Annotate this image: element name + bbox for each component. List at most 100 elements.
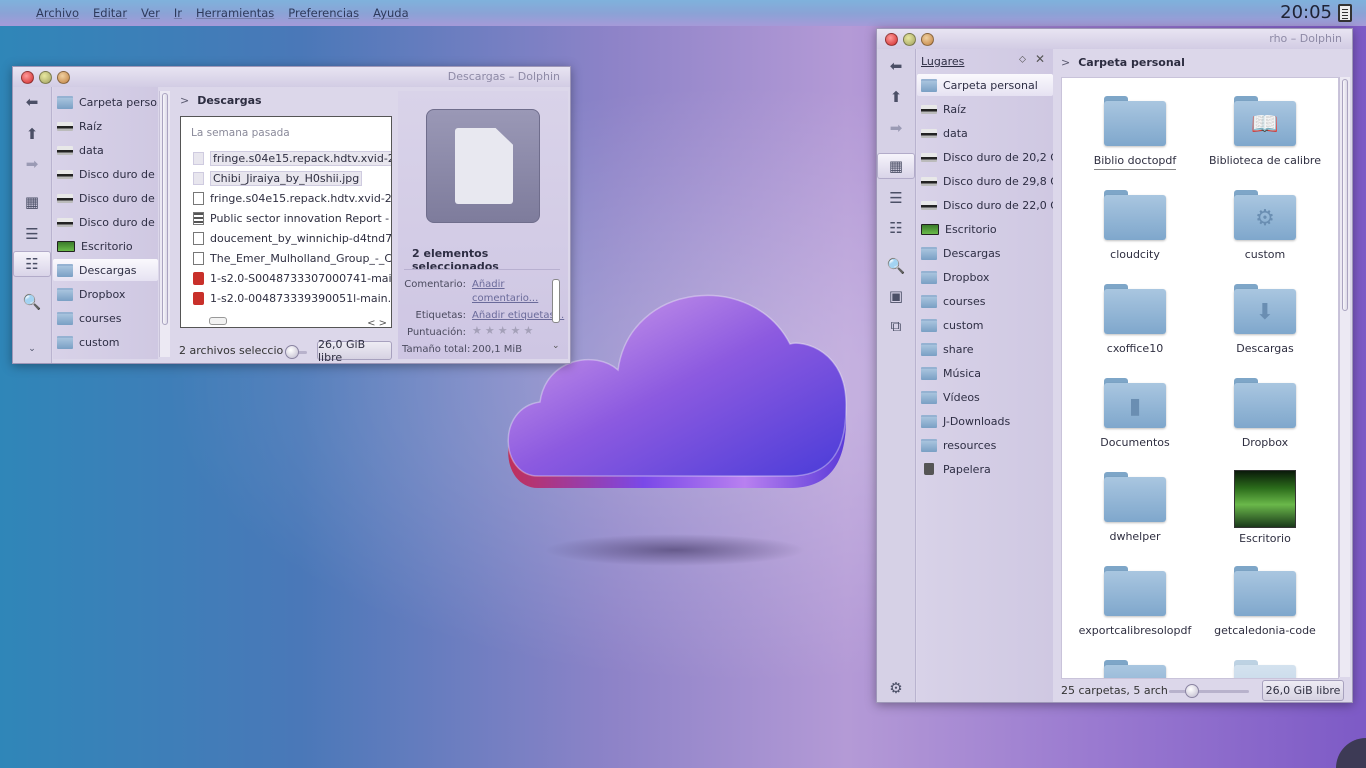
folder-item[interactable]: Biblio doctopdf bbox=[1072, 96, 1198, 170]
pin-icon[interactable]: ⬦ bbox=[1019, 54, 1026, 65]
scrollbar-thumb[interactable] bbox=[162, 93, 168, 325]
place-resources[interactable]: resources bbox=[917, 434, 1053, 456]
place-escritorio[interactable]: Escritorio bbox=[917, 218, 1053, 240]
file-row[interactable]: fringe.s04e15.repack.hdtv.xvid-2hd.p bbox=[193, 148, 391, 168]
place-share[interactable]: share bbox=[917, 338, 1053, 360]
titlebar[interactable]: Descargas – Dolphin bbox=[13, 67, 570, 87]
file-row[interactable]: The_Emer_Mulholland_Group_-_Club bbox=[193, 248, 391, 268]
file-row[interactable]: Public sector innovation Report - Fina bbox=[193, 208, 391, 228]
add-comment-link-2[interactable]: comentario... bbox=[472, 293, 538, 304]
place-descargas[interactable]: Descargas bbox=[917, 242, 1053, 264]
place-disco-1[interactable]: Disco duro de 20,2 GiB bbox=[917, 146, 1053, 168]
horizontal-scrollbar[interactable] bbox=[209, 317, 227, 325]
place-disco-3[interactable]: Disco duro de 22,0 GiB bbox=[917, 194, 1053, 216]
folder-item-partial[interactable] bbox=[1202, 660, 1328, 678]
place-musica[interactable]: Música bbox=[917, 362, 1053, 384]
place-disco-3[interactable]: Disco duro de ... bbox=[53, 211, 158, 233]
forward-icon[interactable]: ➡ bbox=[877, 115, 915, 141]
clipboard-icon[interactable] bbox=[1338, 4, 1352, 22]
zoom-slider-knob[interactable] bbox=[285, 345, 299, 359]
folder-item[interactable]: ▮ Documentos bbox=[1072, 378, 1198, 449]
place-data[interactable]: data bbox=[917, 122, 1053, 144]
folder-item[interactable]: ⬇ Descargas bbox=[1202, 284, 1328, 355]
place-videos[interactable]: Vídeos bbox=[917, 386, 1053, 408]
info-scrollbar[interactable] bbox=[552, 279, 560, 323]
chevron-down-icon[interactable]: ⌄ bbox=[552, 341, 560, 351]
menu-editar[interactable]: Editar bbox=[93, 6, 127, 20]
icon-grid-view[interactable]: Biblio doctopdf 📖 Biblioteca de calibre c… bbox=[1061, 77, 1339, 679]
menu-archivo[interactable]: Archivo bbox=[36, 6, 79, 20]
menu-herramientas[interactable]: Herramientas bbox=[196, 6, 274, 20]
folder-item[interactable]: getcaledonia-code bbox=[1202, 566, 1328, 637]
chevron-down-icon[interactable]: ⌄ bbox=[13, 341, 51, 357]
place-raiz[interactable]: Raíz bbox=[53, 115, 158, 137]
place-dropbox[interactable]: Dropbox bbox=[53, 283, 158, 305]
preview-icon[interactable]: ▣ bbox=[877, 283, 915, 309]
breadcrumb[interactable]: > Carpeta personal bbox=[1061, 56, 1185, 69]
folder-item[interactable]: dwhelper bbox=[1072, 472, 1198, 543]
back-icon[interactable]: ⬅ bbox=[13, 89, 51, 115]
place-disco-1[interactable]: Disco duro de ... bbox=[53, 163, 158, 185]
file-list[interactable]: La semana pasada fringe.s04e15.repack.hd… bbox=[180, 116, 392, 329]
places-scrollbar[interactable] bbox=[159, 91, 170, 357]
folder-item[interactable]: cloudcity bbox=[1072, 190, 1198, 261]
gear-icon[interactable]: ⚙ bbox=[877, 675, 915, 701]
zoom-slider[interactable] bbox=[1169, 690, 1249, 693]
breadcrumb[interactable]: > Descargas bbox=[180, 94, 262, 107]
clock[interactable]: 20:05 bbox=[1280, 2, 1332, 23]
folder-item[interactable]: ⚙ custom bbox=[1202, 190, 1328, 261]
titlebar[interactable]: rho – Dolphin bbox=[877, 29, 1352, 49]
folder-item[interactable]: Escritorio bbox=[1202, 470, 1328, 545]
rating-stars[interactable]: ★★★★★ bbox=[472, 324, 536, 337]
search-icon[interactable]: 🔍 bbox=[877, 253, 915, 279]
file-row[interactable]: Chibi_Jiraiya_by_H0shii.jpg bbox=[193, 168, 391, 188]
folder-item[interactable]: cxoffice10 bbox=[1072, 284, 1198, 355]
place-carpeta-personal[interactable]: Carpeta perso... bbox=[53, 91, 158, 113]
place-dropbox[interactable]: Dropbox bbox=[917, 266, 1053, 288]
menu-preferencias[interactable]: Preferencias bbox=[288, 6, 359, 20]
place-descargas[interactable]: Descargas bbox=[53, 259, 158, 281]
file-row[interactable]: fringe.s04e15.repack.hdtv.xvid-2hd.p bbox=[193, 188, 391, 208]
add-comment-link[interactable]: Añadir bbox=[472, 279, 505, 290]
close-button[interactable] bbox=[885, 32, 898, 46]
free-space-indicator[interactable]: 26,0 GiB libre bbox=[1262, 680, 1344, 701]
add-tags-link[interactable]: Añadir etiquetas... bbox=[472, 310, 564, 321]
place-j-downloads[interactable]: J-Downloads bbox=[917, 410, 1053, 432]
compact-view-icon[interactable]: ☰ bbox=[13, 221, 51, 247]
minimize-button[interactable] bbox=[39, 70, 52, 84]
search-icon[interactable]: 🔍 bbox=[13, 289, 51, 315]
zoom-slider-knob[interactable] bbox=[1185, 684, 1199, 698]
place-data[interactable]: data bbox=[53, 139, 158, 161]
folder-item[interactable]: exportcalibresolopdf bbox=[1072, 566, 1198, 637]
split-view-icon[interactable]: ⧉ bbox=[877, 313, 915, 339]
minimize-button[interactable] bbox=[903, 32, 916, 46]
place-raiz[interactable]: Raíz bbox=[917, 98, 1053, 120]
file-row[interactable]: 1-s2.0-004873339390051l-main.pdf bbox=[193, 288, 391, 308]
close-panel-icon[interactable]: ✕ bbox=[1035, 52, 1045, 66]
corner-widget-icon[interactable] bbox=[1336, 738, 1366, 768]
place-courses[interactable]: courses bbox=[53, 307, 158, 329]
menu-ver[interactable]: Ver bbox=[141, 6, 160, 20]
close-button[interactable] bbox=[21, 70, 34, 84]
folder-item-partial[interactable] bbox=[1072, 660, 1198, 678]
menu-ayuda[interactable]: Ayuda bbox=[373, 6, 409, 20]
place-disco-2[interactable]: Disco duro de ... bbox=[53, 187, 158, 209]
up-icon[interactable]: ⬆ bbox=[13, 121, 51, 147]
icons-view-icon[interactable]: ▦ bbox=[13, 189, 51, 215]
icons-view-icon[interactable]: ▦ bbox=[877, 153, 915, 179]
place-custom[interactable]: custom bbox=[53, 331, 158, 353]
grid-scrollbar[interactable] bbox=[1339, 77, 1350, 677]
folder-item[interactable]: 📖 Biblioteca de calibre bbox=[1202, 96, 1328, 167]
place-courses[interactable]: courses bbox=[917, 290, 1053, 312]
details-view-icon[interactable]: ☷ bbox=[877, 215, 915, 241]
maximize-button[interactable] bbox=[921, 32, 934, 46]
file-row[interactable]: doucement_by_winnichip-d4tnd71.zip bbox=[193, 228, 391, 248]
scrollbar-thumb[interactable] bbox=[1342, 79, 1348, 311]
place-papelera[interactable]: Papelera bbox=[917, 458, 1053, 480]
free-space-indicator[interactable]: 26,0 GiB libre bbox=[317, 338, 392, 364]
place-carpeta-personal[interactable]: Carpeta personal bbox=[917, 74, 1053, 96]
folder-item[interactable]: Dropbox bbox=[1202, 378, 1328, 449]
up-icon[interactable]: ⬆ bbox=[877, 84, 915, 110]
forward-icon[interactable]: ➡ bbox=[13, 151, 51, 177]
file-row[interactable]: 1-s2.0-S0048733307000741-main.pdf bbox=[193, 268, 391, 288]
